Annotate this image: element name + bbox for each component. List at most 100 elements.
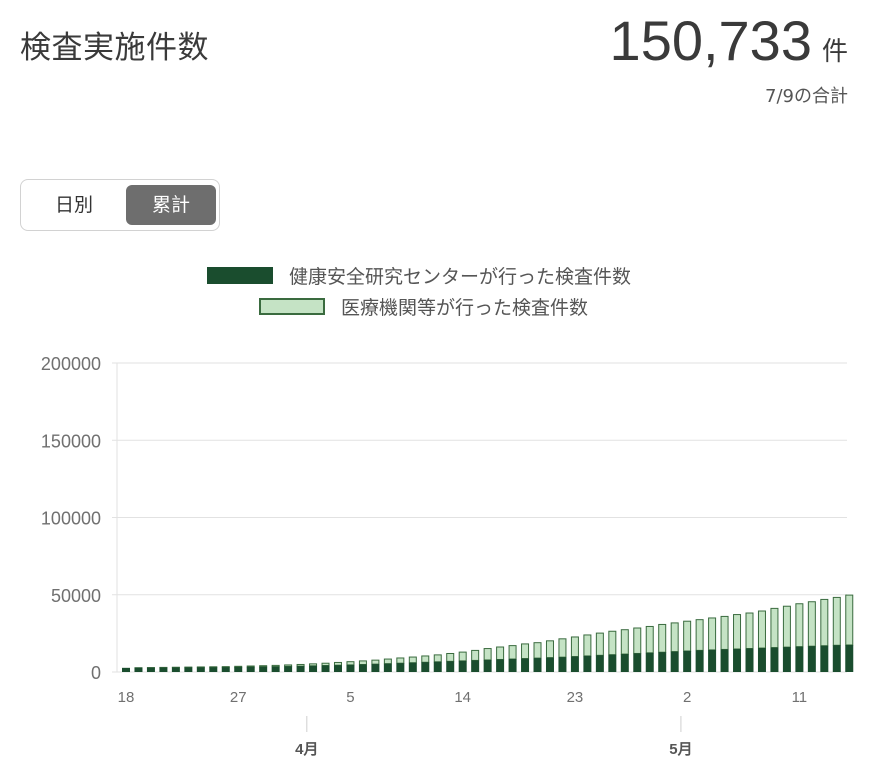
month-label: 4月	[295, 741, 318, 758]
bar-medical	[745, 612, 754, 650]
bar-center	[371, 664, 380, 672]
bar-center	[521, 658, 530, 672]
bar-medical	[433, 654, 442, 663]
bar-medical	[658, 623, 667, 653]
bar-medical	[371, 659, 380, 665]
bar-medical	[383, 658, 392, 665]
bar-center	[246, 666, 255, 672]
bar-center	[171, 667, 180, 672]
bar-center	[695, 650, 704, 672]
bar-medical	[408, 656, 417, 664]
bar-center	[421, 662, 430, 672]
bar-medical	[795, 603, 804, 648]
bar-center	[620, 654, 629, 672]
bar-center	[845, 644, 854, 672]
bar-center	[683, 650, 692, 672]
y-tick-label: 150000	[41, 431, 101, 451]
bar-center	[545, 657, 554, 672]
bar-center	[570, 656, 579, 672]
bar-center	[259, 666, 268, 672]
bar-medical	[695, 619, 704, 651]
bar-center	[159, 667, 168, 672]
bar-center	[446, 661, 455, 672]
bar-medical	[620, 629, 629, 655]
bar-medical	[458, 651, 467, 662]
x-tick-label: 27	[230, 689, 247, 706]
bar-medical	[309, 663, 318, 667]
bar-center	[296, 666, 305, 672]
bar-center	[782, 647, 791, 672]
x-tick-label: 2	[683, 689, 691, 706]
bar-medical	[782, 605, 791, 648]
bar-center	[221, 667, 230, 672]
bar-center	[832, 645, 841, 672]
bar-center	[284, 666, 293, 672]
bar-center	[122, 667, 130, 672]
bar-center	[508, 659, 517, 672]
x-tick-label: 5	[346, 689, 354, 706]
bar-medical	[496, 646, 505, 660]
bar-center	[408, 662, 417, 672]
bar-medical	[533, 642, 542, 659]
bar-medical	[471, 649, 480, 661]
bar-center	[134, 667, 143, 672]
bar-center	[608, 654, 617, 672]
bar-medical	[845, 594, 854, 646]
bar-medical	[820, 598, 829, 647]
bar-center	[757, 648, 766, 672]
bar-medical	[321, 662, 330, 667]
bar-center	[733, 648, 742, 672]
bar-center	[396, 663, 405, 672]
bar-center	[558, 657, 567, 672]
bar-center	[209, 667, 218, 672]
bar-medical	[508, 645, 517, 660]
bar-center	[583, 655, 592, 672]
bar-medical	[446, 652, 455, 662]
bar-medical	[608, 630, 617, 656]
bar-center	[471, 660, 480, 672]
bar-center	[196, 667, 205, 672]
bar-medical	[720, 615, 729, 650]
bar-medical	[521, 643, 530, 660]
bar-medical	[633, 627, 642, 654]
bar-center	[645, 652, 654, 672]
bar-medical	[284, 664, 293, 667]
y-tick-label: 50000	[51, 586, 101, 606]
bar-medical	[421, 655, 430, 663]
x-tick-label: 23	[567, 689, 584, 706]
bar-medical	[221, 666, 230, 668]
bar-center	[770, 647, 779, 672]
bar-center	[795, 646, 804, 672]
bar-center	[807, 646, 816, 672]
bar-medical	[583, 634, 592, 657]
bar-center	[720, 649, 729, 672]
bar-medical	[708, 617, 717, 651]
bar-medical	[807, 601, 816, 647]
month-label: 5月	[669, 741, 692, 758]
bar-center	[670, 651, 679, 672]
bar-center	[383, 663, 392, 672]
bar-medical	[670, 622, 679, 653]
bar-center	[146, 667, 155, 672]
bar-center	[309, 665, 318, 672]
bar-medical	[358, 660, 367, 666]
x-tick-label: 11	[792, 689, 808, 706]
bar-center	[633, 653, 642, 672]
bar-medical	[346, 661, 355, 666]
bar-medical	[733, 614, 742, 650]
bar-center	[346, 664, 355, 672]
stacked-bar-chart: 0 50000 100000 150000 200000 18 27 5 14 23 2 11 4月 5月	[41, 354, 854, 758]
bar-center	[708, 649, 717, 672]
bar-medical	[757, 610, 766, 649]
y-tick-label: 0	[91, 663, 101, 683]
x-tick-label: 14	[454, 689, 471, 706]
bar-center	[533, 658, 542, 672]
y-tick-label: 200000	[41, 354, 101, 374]
bar-center	[433, 661, 442, 672]
bar-medical	[271, 664, 280, 668]
bar-medical	[645, 625, 654, 654]
y-tick-label: 100000	[41, 509, 101, 529]
bar-center	[595, 655, 604, 672]
bar-center	[745, 648, 754, 672]
bar-medical	[595, 632, 604, 656]
